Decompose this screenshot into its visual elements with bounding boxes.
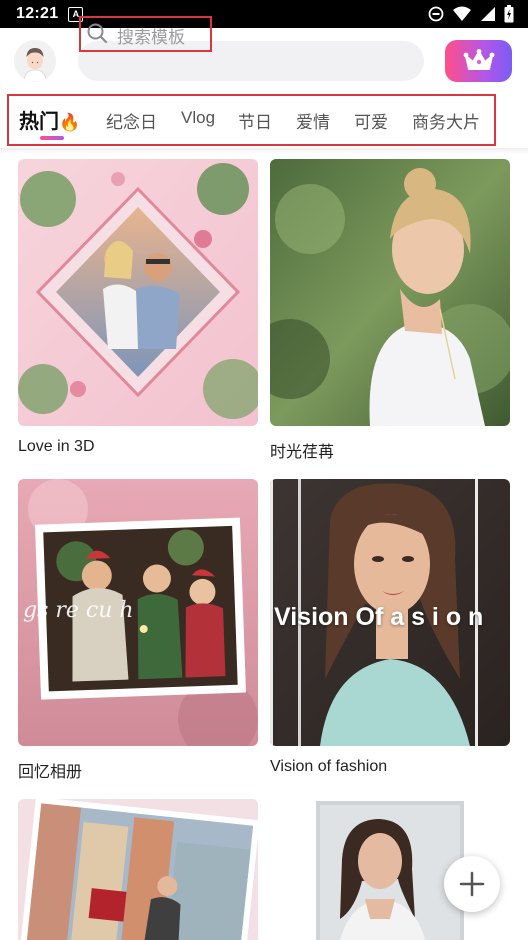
wifi-icon [453, 6, 471, 21]
template-title: 回忆相册 [18, 764, 83, 781]
tab-hot-label: 热门 [19, 111, 59, 133]
template-card-street[interactable] [18, 799, 258, 940]
tab-business[interactable]: 商务大片 [412, 108, 480, 133]
search-placeholder: 搜索模板 [117, 28, 185, 47]
battery-icon [504, 5, 514, 23]
template-card-memory-album[interactable]: gs re cu h [18, 479, 258, 746]
flame-icon: 🔥 [59, 113, 81, 132]
template-thumbnail [18, 799, 258, 940]
tab-holiday[interactable]: 节日 [238, 108, 272, 133]
template-card-time-flies[interactable] [270, 159, 510, 426]
vip-button[interactable] [445, 40, 512, 82]
plus-icon [459, 871, 485, 897]
status-time: 12:21 [16, 5, 59, 22]
template-thumbnail [270, 159, 510, 426]
search-icon [87, 23, 108, 44]
template-title: Vision of fashion [270, 758, 388, 775]
tab-love[interactable]: 爱情 [296, 108, 330, 133]
template-title: Love in 3D [18, 438, 95, 455]
crown-icon [463, 49, 494, 70]
svg-text:gs re cu h: gs re cu h [23, 598, 134, 623]
template-thumbnail [18, 159, 258, 426]
template-title: 时光荏苒 [270, 444, 335, 461]
avatar[interactable] [14, 40, 56, 82]
tab-hot[interactable]: 热门🔥 [19, 105, 80, 134]
dnd-icon [428, 6, 444, 22]
template-overlay-text: Vision Of a s i o n [274, 603, 484, 631]
active-tab-indicator [40, 136, 64, 140]
template-thumbnail: gs re cu h [18, 479, 258, 746]
status-icons [428, 5, 514, 23]
tab-anniversary[interactable]: 纪念日 [106, 108, 157, 133]
template-card-vision-of-fashion[interactable]: Vision Of a s i o n [270, 479, 510, 746]
header-divider [0, 148, 528, 154]
avatar-icon [14, 40, 56, 82]
tab-vlog[interactable]: Vlog [181, 108, 215, 128]
tab-cute[interactable]: 可爱 [354, 108, 388, 133]
create-button[interactable] [444, 856, 500, 912]
signal-icon [481, 7, 495, 21]
template-card-love-in-3d[interactable] [18, 159, 258, 426]
